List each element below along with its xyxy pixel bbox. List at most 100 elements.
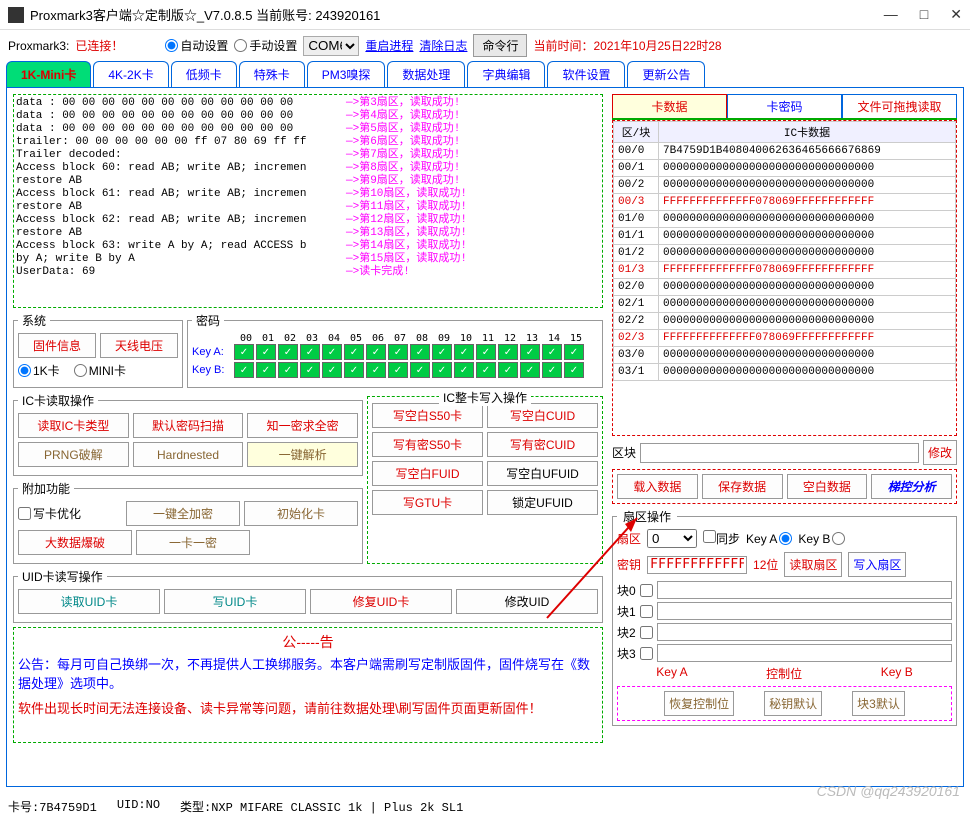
table-row[interactable]: 03/100000000000000000000000000000000 <box>614 364 956 381</box>
key-check[interactable]: ✓ <box>498 344 518 360</box>
key-check[interactable]: ✓ <box>234 362 254 378</box>
write-blank-ufuid-button[interactable]: 写空白UFUID <box>487 461 598 486</box>
tab-4[interactable]: PM3嗅探 <box>307 61 386 87</box>
block-edit-input[interactable] <box>640 443 919 463</box>
blk-check-2[interactable] <box>640 626 653 639</box>
table-row[interactable]: 01/000000000000000000000000000000000 <box>614 211 956 228</box>
key-check[interactable]: ✓ <box>542 362 562 378</box>
read-ic-type-button[interactable]: 读取IC卡类型 <box>18 413 129 438</box>
default-key-button[interactable]: 秘钥默认 <box>764 691 822 716</box>
key-check[interactable]: ✓ <box>344 362 364 378</box>
card-pwd-tab[interactable]: 卡密码 <box>727 94 842 118</box>
default-blk3-button[interactable]: 块3默认 <box>852 691 905 716</box>
write-key-cuid-button[interactable]: 写有密CUID <box>487 432 598 457</box>
key-check[interactable]: ✓ <box>388 344 408 360</box>
key-check[interactable]: ✓ <box>300 344 320 360</box>
key-check[interactable]: ✓ <box>454 344 474 360</box>
key-check[interactable]: ✓ <box>542 344 562 360</box>
minimize-button[interactable]: — <box>884 6 898 23</box>
key-check[interactable]: ✓ <box>476 362 496 378</box>
key-check[interactable]: ✓ <box>454 362 474 378</box>
bigdata-crack-button[interactable]: 大数据爆破 <box>18 530 132 555</box>
hardnested-button[interactable]: Hardnested <box>133 442 244 467</box>
key-check[interactable]: ✓ <box>432 344 452 360</box>
key-check[interactable]: ✓ <box>520 362 540 378</box>
write-blank-s50-button[interactable]: 写空白S50卡 <box>372 403 483 428</box>
table-row[interactable]: 00/07B4759D1B408040062636465666676869 <box>614 143 956 160</box>
key-check[interactable]: ✓ <box>432 362 452 378</box>
key-check[interactable]: ✓ <box>322 362 342 378</box>
port-select[interactable]: COM6 <box>303 36 359 56</box>
key-check[interactable]: ✓ <box>410 344 430 360</box>
sector-keyb-radio[interactable]: Key B <box>798 532 845 546</box>
load-data-button[interactable]: 载入数据 <box>617 474 698 499</box>
default-pwd-scan-button[interactable]: 默认密码扫描 <box>133 413 244 438</box>
write-uid-button[interactable]: 写UID卡 <box>164 589 306 614</box>
key-check[interactable]: ✓ <box>256 344 276 360</box>
key-check[interactable]: ✓ <box>388 362 408 378</box>
ic-data-grid[interactable]: 区/块IC卡数据 00/07B4759D1B408040062636465666… <box>612 120 957 436</box>
table-row[interactable]: 01/200000000000000000000000000000000 <box>614 245 956 262</box>
elevator-analyze-button[interactable]: 梯控分析 <box>871 474 952 499</box>
lock-ufuid-button[interactable]: 锁定UFUID <box>487 490 598 515</box>
key-check[interactable]: ✓ <box>278 344 298 360</box>
key-check[interactable]: ✓ <box>344 344 364 360</box>
key-check[interactable]: ✓ <box>278 362 298 378</box>
modify-uid-button[interactable]: 修改UID <box>456 589 598 614</box>
tab-7[interactable]: 软件设置 <box>547 61 625 87</box>
blk-input-0[interactable] <box>657 581 952 599</box>
key-check[interactable]: ✓ <box>476 344 496 360</box>
close-button[interactable]: ✕ <box>950 6 962 23</box>
key-check[interactable]: ✓ <box>300 362 320 378</box>
restart-link[interactable]: 重启进程 <box>365 37 413 54</box>
key-check[interactable]: ✓ <box>366 362 386 378</box>
restore-ctrl-button[interactable]: 恢复控制位 <box>664 691 734 716</box>
read-uid-button[interactable]: 读取UID卡 <box>18 589 160 614</box>
encrypt-all-button[interactable]: 一键全加密 <box>126 501 240 526</box>
tab-8[interactable]: 更新公告 <box>627 61 705 87</box>
tab-6[interactable]: 字典编辑 <box>467 61 545 87</box>
block-edit-button[interactable]: 修改 <box>923 440 957 465</box>
table-row[interactable]: 00/100000000000000000000000000000000 <box>614 160 956 177</box>
write-gtu-button[interactable]: 写GTU卡 <box>372 490 483 515</box>
blk-input-1[interactable] <box>657 602 952 620</box>
sync-check[interactable]: 同步 <box>703 530 740 547</box>
key-check[interactable]: ✓ <box>234 344 254 360</box>
blk-check-1[interactable] <box>640 605 653 618</box>
key-check[interactable]: ✓ <box>256 362 276 378</box>
auto-config-radio[interactable]: 自动设置 <box>165 37 228 54</box>
key-check[interactable]: ✓ <box>520 344 540 360</box>
sector-keya-radio[interactable]: Key A <box>746 532 792 546</box>
prng-crack-button[interactable]: PRNG破解 <box>18 442 129 467</box>
file-drag-tab[interactable]: 文件可拖拽读取 <box>842 94 957 118</box>
table-row[interactable]: 00/3FFFFFFFFFFFFFF078069FFFFFFFFFFFF <box>614 194 956 211</box>
read-sector-button[interactable]: 读取扇区 <box>784 552 842 577</box>
blank-data-button[interactable]: 空白数据 <box>787 474 868 499</box>
tab-3[interactable]: 特殊卡 <box>239 61 305 87</box>
key-check[interactable]: ✓ <box>410 362 430 378</box>
clear-log-link[interactable]: 清除日志 <box>419 37 467 54</box>
save-data-button[interactable]: 保存数据 <box>702 474 783 499</box>
key-check[interactable]: ✓ <box>366 344 386 360</box>
one-card-one-key-button[interactable]: 一卡一密 <box>136 530 250 555</box>
1k-card-radio[interactable]: 1K卡 <box>18 362 60 379</box>
key-check[interactable]: ✓ <box>564 362 584 378</box>
card-data-tab[interactable]: 卡数据 <box>612 94 727 118</box>
mini-card-radio[interactable]: MINI卡 <box>74 362 126 379</box>
table-row[interactable]: 01/3FFFFFFFFFFFFFF078069FFFFFFFFFFFF <box>614 262 956 279</box>
key-check[interactable]: ✓ <box>564 344 584 360</box>
know-one-key-button[interactable]: 知一密求全密 <box>247 413 358 438</box>
tab-1[interactable]: 4K-2K卡 <box>93 61 168 87</box>
write-optimize-check[interactable]: 写卡优化 <box>18 501 122 526</box>
blk-input-2[interactable] <box>657 623 952 641</box>
tab-5[interactable]: 数据处理 <box>387 61 465 87</box>
write-blank-cuid-button[interactable]: 写空白CUID <box>487 403 598 428</box>
manual-config-radio[interactable]: 手动设置 <box>234 37 297 54</box>
tab-2[interactable]: 低频卡 <box>171 61 237 87</box>
repair-uid-button[interactable]: 修复UID卡 <box>310 589 452 614</box>
write-key-s50-button[interactable]: 写有密S50卡 <box>372 432 483 457</box>
blk-input-3[interactable] <box>657 644 952 662</box>
blk-check-0[interactable] <box>640 584 653 597</box>
table-row[interactable]: 02/000000000000000000000000000000000 <box>614 279 956 296</box>
key-check[interactable]: ✓ <box>498 362 518 378</box>
